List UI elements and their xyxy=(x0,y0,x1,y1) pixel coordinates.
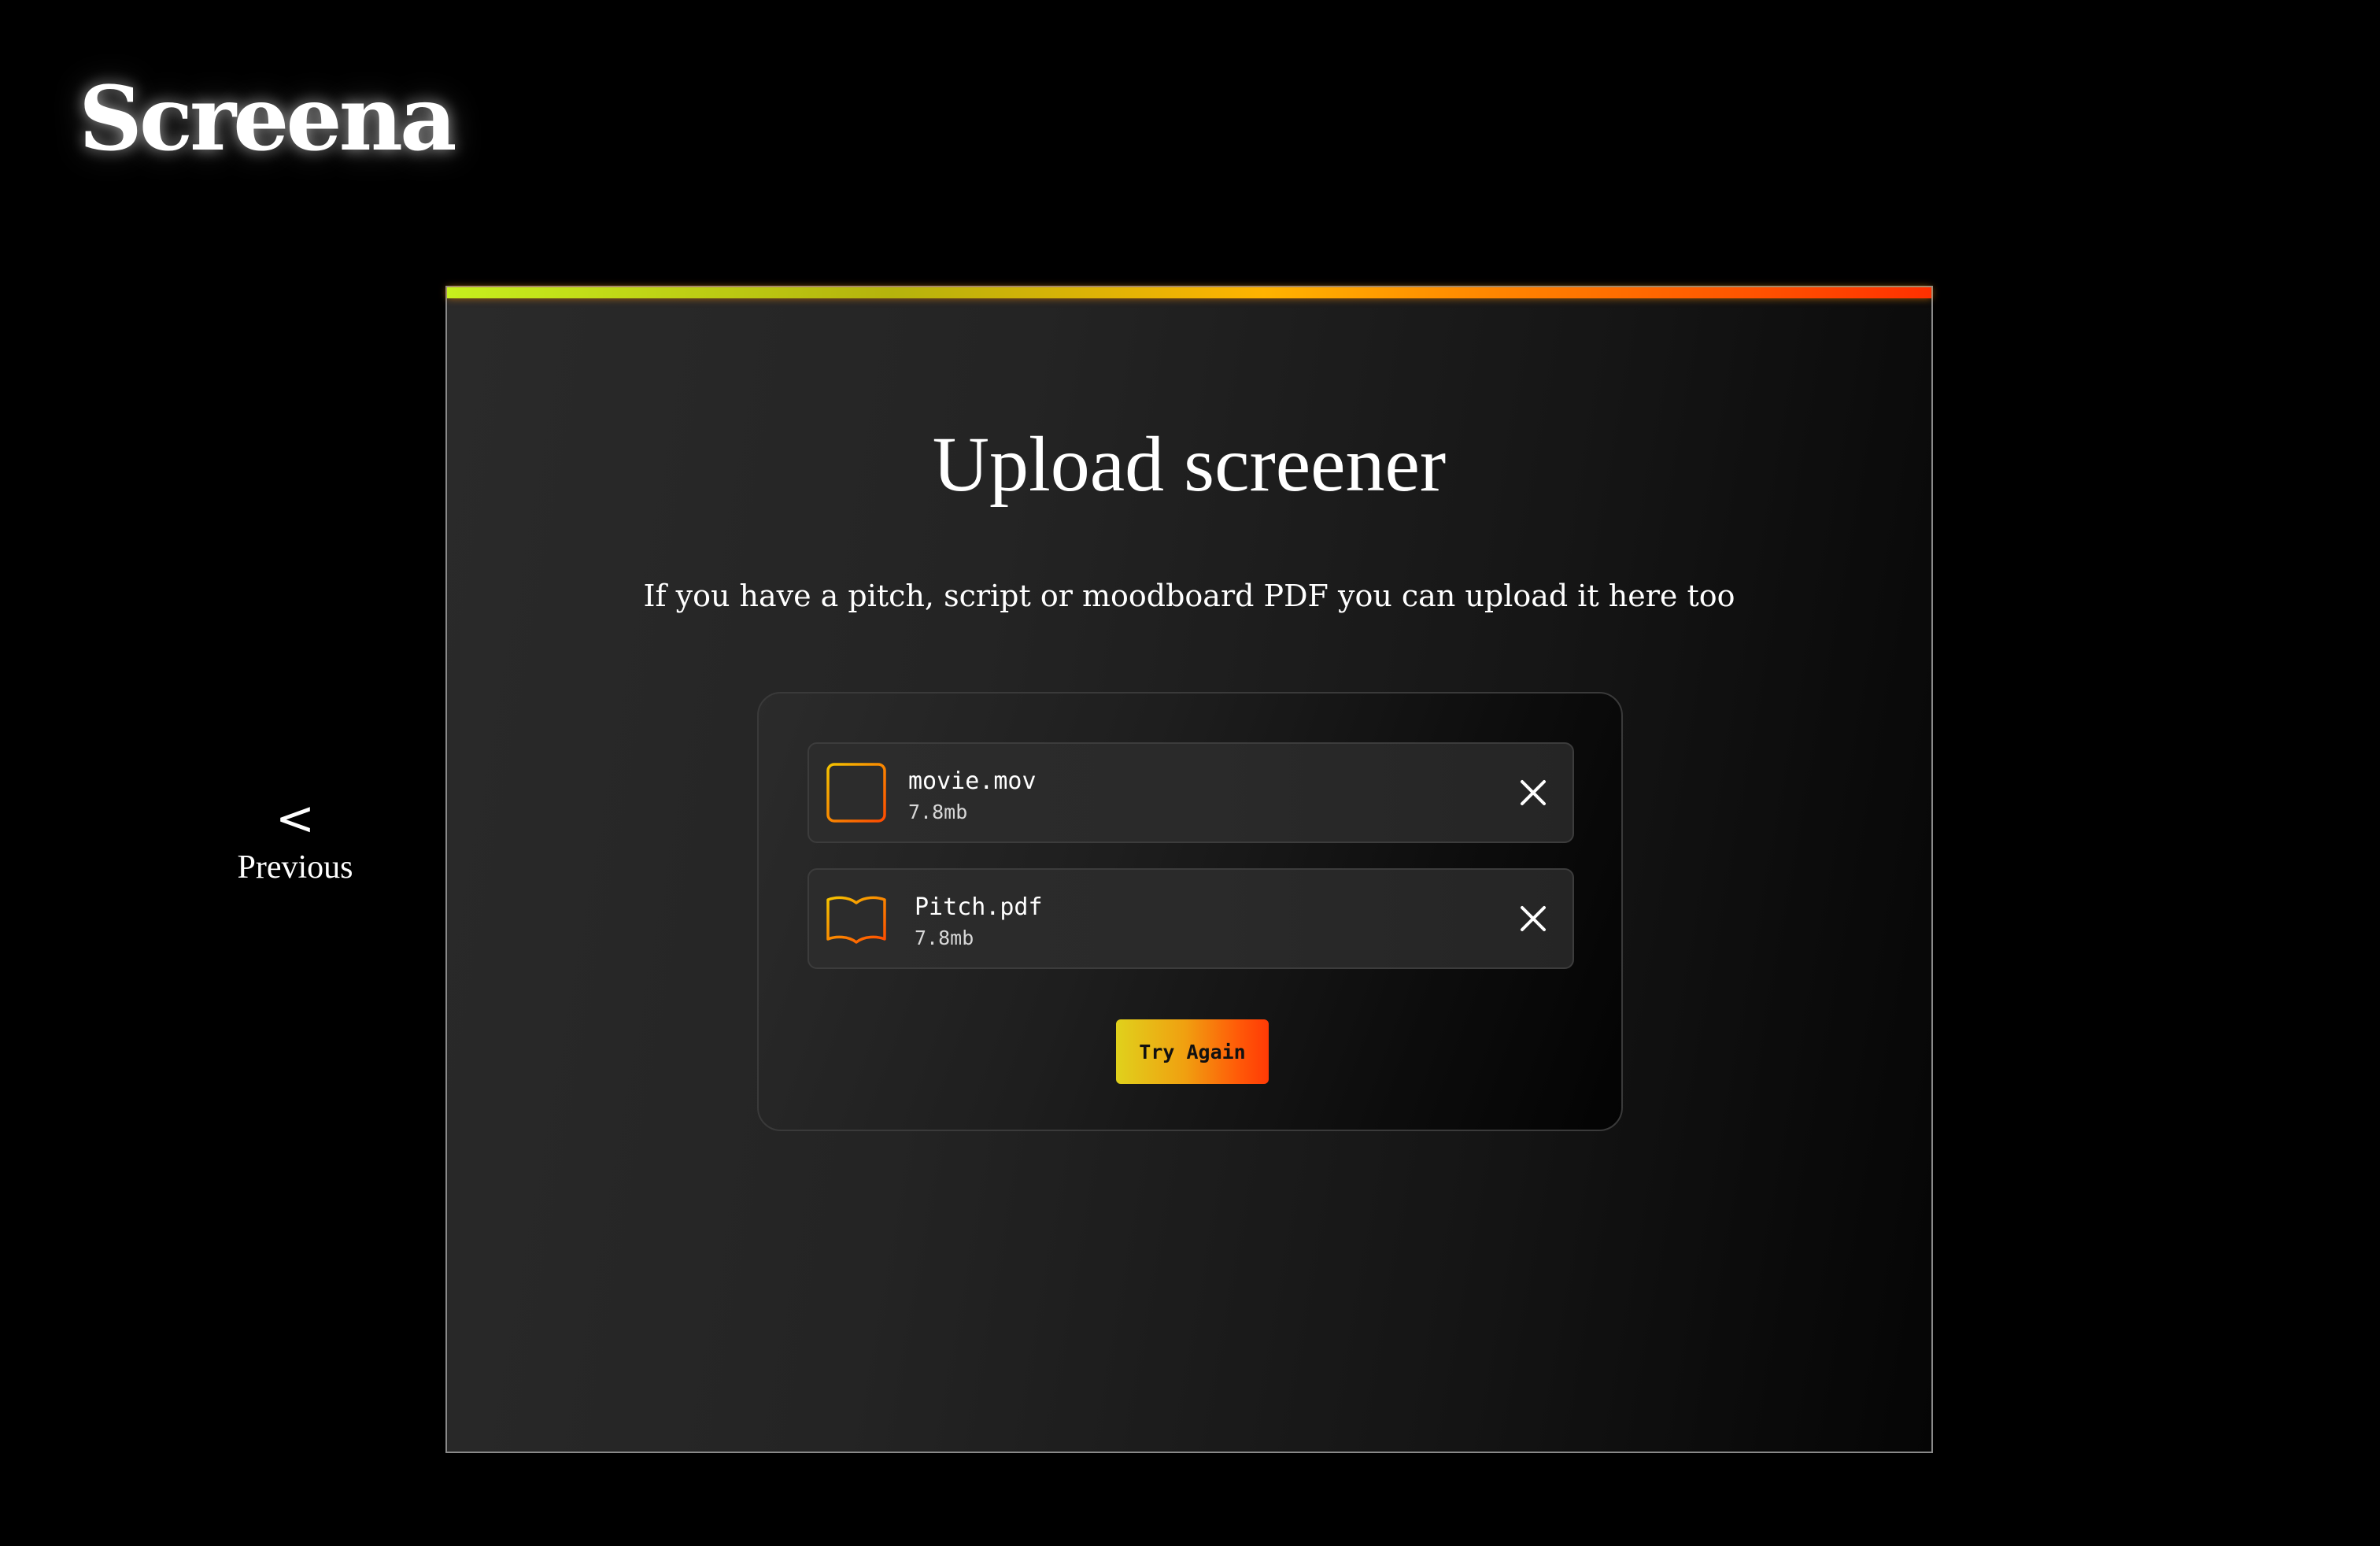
close-icon[interactable] xyxy=(1514,774,1552,812)
book-icon xyxy=(826,896,886,944)
app-logo: Screena xyxy=(79,68,457,171)
page-subtitle: If you have a pitch, script or moodboard… xyxy=(643,579,1735,613)
gradient-accent-bar xyxy=(447,287,1931,298)
upload-panel: Upload screener If you have a pitch, scr… xyxy=(445,286,1933,1453)
upload-dropzone[interactable]: movie.mov 7.8mb Pitch.pdf 7.8mb Try Agai… xyxy=(757,692,1623,1131)
close-icon[interactable] xyxy=(1514,900,1552,938)
previous-label: Previous xyxy=(237,849,353,886)
file-name: Pitch.pdf xyxy=(915,893,1043,921)
film-icon xyxy=(826,763,886,823)
file-name: movie.mov xyxy=(908,767,1037,795)
chevron-left-icon: < xyxy=(275,791,316,846)
file-size: 7.8mb xyxy=(908,801,968,823)
page-title: Upload screener xyxy=(932,420,1447,508)
previous-button[interactable]: < Previous xyxy=(205,795,386,886)
file-size: 7.8mb xyxy=(915,926,974,949)
file-item: movie.mov 7.8mb xyxy=(808,742,1574,843)
try-again-button[interactable]: Try Again xyxy=(1116,1019,1269,1084)
file-item: Pitch.pdf 7.8mb xyxy=(808,868,1574,969)
